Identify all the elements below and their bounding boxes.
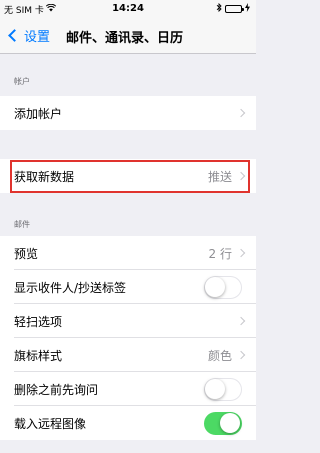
chevron-left-icon: [8, 29, 21, 42]
status-bar: 无 SIM 卡 14:24: [0, 0, 256, 18]
ask-before-deleting-row: 删除之前先询问: [0, 372, 256, 406]
show-to-cc-label: 显示收件人/抄送标签: [14, 280, 127, 295]
fetch-new-data-label: 获取新数据: [14, 169, 75, 184]
chevron-right-icon: [236, 108, 246, 118]
status-right: [216, 2, 250, 15]
ask-before-deleting-label: 删除之前先询问: [14, 382, 99, 397]
fetch-new-data-value: 推送: [207, 169, 232, 184]
fetch-new-data-row[interactable]: 获取新数据 推送: [0, 159, 256, 193]
section-header-accounts: 帐户: [14, 77, 30, 86]
preview-value: 2 行: [208, 246, 232, 261]
chevron-right-icon: [236, 350, 246, 360]
flag-style-value: 颜色: [207, 348, 232, 363]
flag-style-row[interactable]: 旗标样式 颜色: [0, 338, 256, 372]
battery-icon: [225, 5, 244, 13]
add-account-label: 添加帐户: [14, 106, 63, 121]
back-button[interactable]: 设置: [6, 26, 50, 45]
ask-before-deleting-toggle[interactable]: [204, 377, 242, 401]
back-label: 设置: [24, 30, 51, 45]
toggle-knob: [220, 412, 240, 433]
nav-bar: 设置 邮件、通讯录、日历: [0, 18, 256, 54]
swipe-options-row[interactable]: 轻扫选项: [0, 304, 256, 338]
flag-style-label: 旗标样式: [14, 348, 63, 363]
section-header-mail: 邮件: [14, 220, 30, 229]
preview-row[interactable]: 预览 2 行: [0, 236, 256, 270]
chevron-right-icon: [236, 316, 246, 326]
chevron-right-icon: [236, 248, 246, 258]
toggle-knob: [205, 276, 225, 297]
add-account-row[interactable]: 添加帐户: [0, 96, 256, 130]
load-remote-images-row: 载入远程图像: [0, 406, 256, 440]
show-to-cc-row: 显示收件人/抄送标签: [0, 270, 256, 304]
swipe-options-label: 轻扫选项: [14, 314, 63, 329]
page-title: 邮件、通讯录、日历: [66, 31, 184, 46]
show-to-cc-toggle[interactable]: [204, 275, 242, 299]
toggle-knob: [205, 378, 225, 399]
load-remote-images-toggle[interactable]: [204, 411, 242, 435]
bluetooth-icon: [216, 2, 222, 15]
chevron-right-icon: [236, 171, 246, 181]
load-remote-images-label: 载入远程图像: [14, 416, 87, 431]
charging-icon: [245, 3, 250, 15]
preview-label: 预览: [14, 246, 39, 261]
